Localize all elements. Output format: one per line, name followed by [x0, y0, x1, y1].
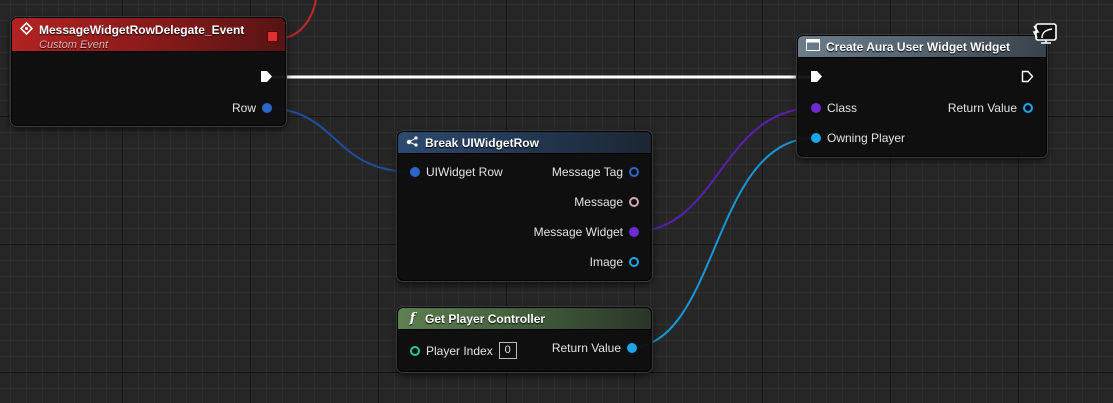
int-pin-hollow-icon[interactable] — [410, 345, 420, 356]
delegate-pin-icon[interactable] — [267, 31, 278, 42]
player-return-label: Return Value — [551, 341, 621, 355]
row-wire[interactable] — [263, 107, 415, 173]
player-return-out-pin[interactable]: Return Value — [552, 341, 637, 355]
message-tag-out-pin[interactable]: Message Tag — [552, 165, 639, 179]
object-pin-hollow-icon[interactable] — [1023, 103, 1033, 113]
create-return-out-pin[interactable]: Return Value — [948, 101, 1033, 115]
message-tag-label: Message Tag — [551, 165, 623, 179]
player-node-header[interactable]: f Get Player Controller — [398, 308, 651, 330]
event-row-out-pin[interactable]: Row — [232, 101, 272, 115]
create-exec-out-pin[interactable] — [1021, 70, 1034, 83]
message-out-pin[interactable]: Message — [574, 195, 639, 209]
class-label: Class — [827, 101, 858, 115]
player-index-in-pin[interactable]: Player Index 0 — [410, 342, 517, 359]
create-node-title: Create Aura User Widget Widget — [826, 39, 1011, 54]
exec-pin-hollow-icon[interactable] — [1021, 70, 1034, 83]
exec-pin-icon[interactable] — [260, 70, 273, 83]
object-pin-icon[interactable] — [811, 133, 821, 143]
custom-event-node[interactable]: MessageWidgetRowDelegate_Event Custom Ev… — [11, 17, 286, 126]
owning-player-in-pin[interactable]: Owning Player — [811, 131, 905, 145]
exec-pin-icon[interactable] — [810, 70, 823, 83]
incoming-red-wire[interactable] — [282, 0, 317, 39]
struct-pin-icon[interactable] — [262, 103, 272, 113]
object-pin-hollow-icon[interactable] — [629, 257, 639, 267]
owning-player-label: Owning Player — [827, 131, 906, 145]
message-widget-label: Message Widget — [533, 225, 623, 239]
player-node-title: Get Player Controller — [425, 311, 546, 326]
text-pin-hollow-icon[interactable] — [629, 197, 639, 207]
image-out-pin[interactable]: Image — [590, 255, 639, 269]
player-index-input[interactable]: 0 — [498, 342, 517, 359]
event-node-title: MessageWidgetRowDelegate_Event — [39, 23, 245, 37]
message-widget-out-pin[interactable]: Message Widget — [534, 225, 639, 239]
break-struct-icon — [406, 135, 419, 151]
class-pin-icon[interactable] — [811, 103, 821, 113]
uiwidget-row-in-pin[interactable]: UIWidget Row — [410, 165, 503, 179]
create-widget-node[interactable]: Create Aura User Widget Widget Class Ret… — [797, 35, 1047, 157]
struct-pin-hollow-icon[interactable] — [629, 167, 639, 177]
widget-icon — [806, 39, 820, 54]
uiwidget-row-label: UIWidget Row — [426, 165, 503, 179]
create-return-label: Return Value — [947, 101, 1017, 115]
message-widget-wire[interactable] — [631, 107, 816, 233]
class-pin-icon[interactable] — [629, 227, 639, 237]
network-monitor-icon — [1030, 22, 1058, 46]
break-uiwidgetrow-node[interactable]: Break UIWidgetRow UIWidget Row Message T… — [397, 131, 652, 281]
row-pin-label: Row — [231, 101, 256, 115]
class-in-pin[interactable]: Class — [811, 101, 857, 115]
break-node-title: Break UIWidgetRow — [425, 135, 539, 150]
event-node-subtitle: Custom Event — [39, 39, 109, 51]
function-f-icon: f — [409, 311, 416, 326]
event-exec-out-pin[interactable] — [260, 70, 273, 83]
message-label: Message — [574, 195, 623, 209]
create-exec-in-pin[interactable] — [810, 70, 823, 83]
object-pin-icon[interactable] — [627, 343, 637, 353]
event-node-header[interactable]: MessageWidgetRowDelegate_Event Custom Ev… — [12, 18, 285, 52]
get-player-controller-node[interactable]: f Get Player Controller Player Index 0 R… — [397, 307, 652, 372]
image-label: Image — [589, 255, 623, 269]
event-diamond-icon — [19, 21, 34, 38]
player-index-label: Player Index — [426, 343, 493, 358]
create-node-header[interactable]: Create Aura User Widget Widget — [798, 36, 1046, 58]
struct-pin-icon[interactable] — [410, 167, 420, 177]
break-node-header[interactable]: Break UIWidgetRow — [398, 132, 651, 154]
